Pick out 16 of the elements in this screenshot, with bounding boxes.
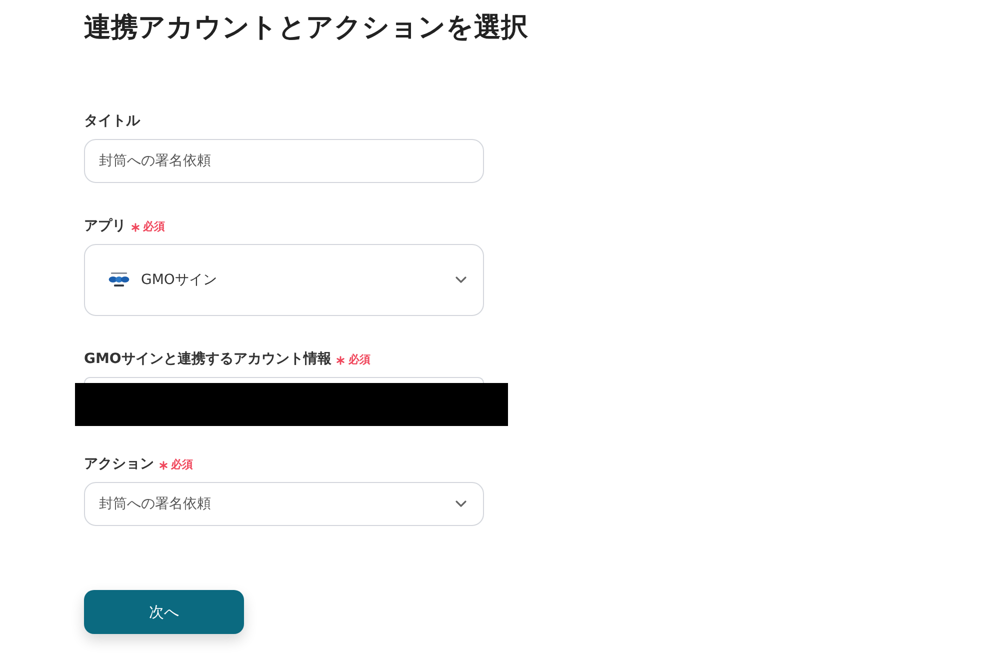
action-select[interactable]: 封筒への署名依頼 <box>84 482 484 526</box>
chevron-down-icon <box>455 276 467 284</box>
required-label: 必須 <box>171 458 193 472</box>
title-input[interactable]: 封筒への署名依頼 <box>84 139 484 183</box>
field-label: アクション <box>84 455 154 474</box>
chevron-down-icon <box>455 500 467 508</box>
field-label: アプリ <box>84 217 126 236</box>
field-label: タイトル <box>84 112 140 131</box>
app-logo-icon <box>107 272 131 288</box>
required-label: 必須 <box>348 353 370 367</box>
next-button[interactable]: 次へ <box>84 590 244 634</box>
page-title: 連携アカウントとアクションを選択 <box>84 11 528 45</box>
account-select[interactable] <box>84 377 484 383</box>
field-label: GMOサインと連携するアカウント情報 <box>84 350 332 369</box>
required-label: 必須 <box>143 220 165 234</box>
app-select[interactable]: GMOサイン <box>84 244 484 316</box>
